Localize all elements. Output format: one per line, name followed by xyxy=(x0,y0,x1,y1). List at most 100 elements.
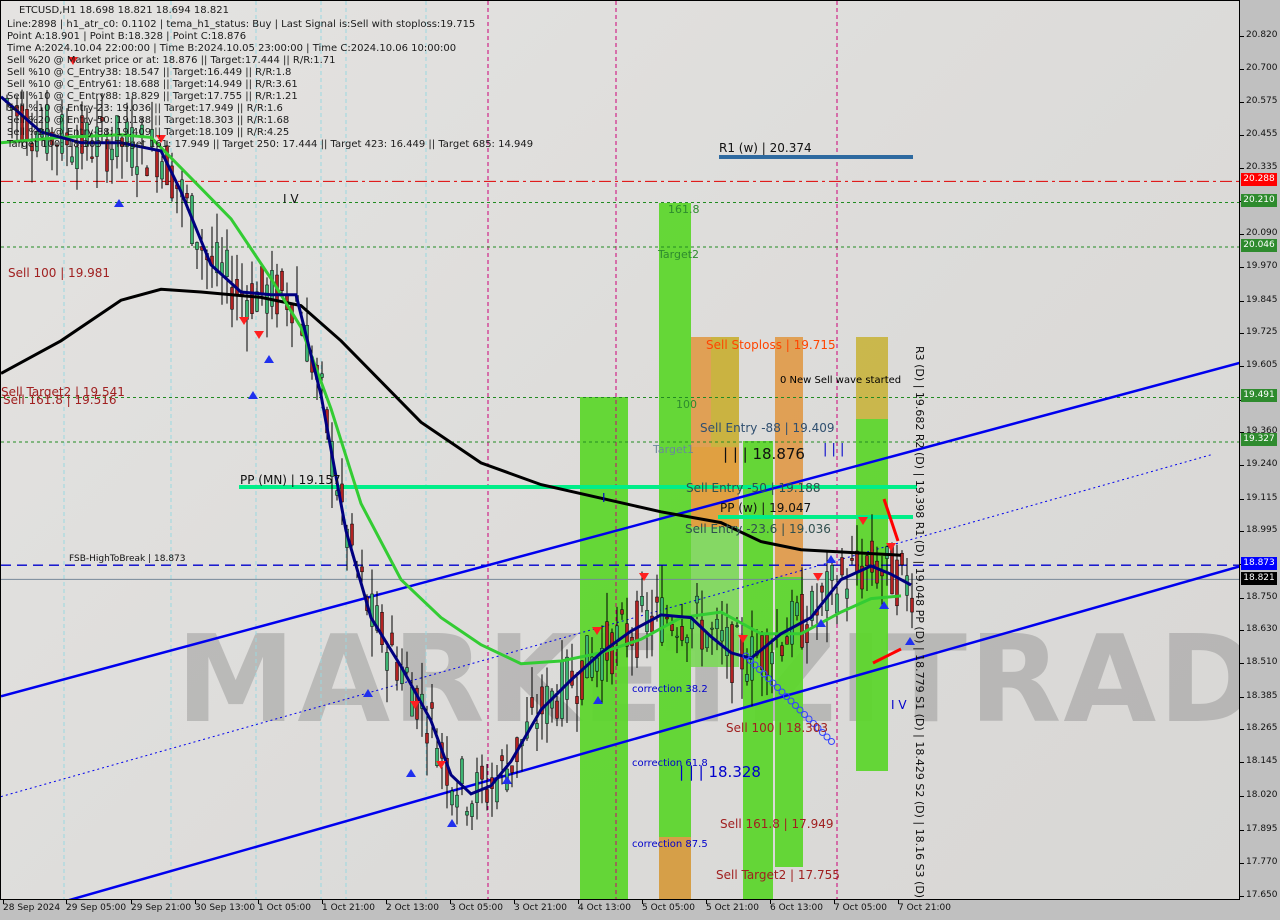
candle-body xyxy=(260,266,264,294)
candle-body xyxy=(745,674,749,682)
candle-body xyxy=(665,616,669,620)
info-line-10: Sell %20 @ Entry-88: 19.409 || Target:18… xyxy=(7,127,290,138)
price-tick-label: 18.630 xyxy=(1246,624,1278,635)
time-tick-label: 1 Oct 21:00 xyxy=(322,903,375,913)
price-tick-mark xyxy=(1240,696,1244,698)
candle-body xyxy=(675,635,679,638)
sell-161-lower-label: Sell 161.8 | 17.949 xyxy=(720,817,834,831)
price-tick-label: 18.750 xyxy=(1246,591,1278,602)
candle-body xyxy=(610,632,614,675)
candle-body xyxy=(705,633,709,649)
candle-body xyxy=(895,559,899,607)
candle-body xyxy=(160,161,164,180)
price-tick-label: 18.145 xyxy=(1246,755,1278,766)
candle-body xyxy=(385,652,389,671)
candle-body xyxy=(710,627,714,630)
candle-body xyxy=(850,558,854,561)
price-tick-label: 20.090 xyxy=(1246,228,1278,239)
wave-i-marker: I xyxy=(602,491,606,505)
sell-entry-88-label: Sell Entry -88 | 19.409 xyxy=(700,421,835,435)
candle-body xyxy=(195,242,199,250)
candle-body xyxy=(70,156,74,163)
fib-100-label: 100 xyxy=(676,398,697,411)
price-badge: 20.210 xyxy=(1241,194,1277,207)
new-sell-wave-label: 0 New Sell wave started xyxy=(780,375,902,386)
fib-161-label: 161.8 xyxy=(668,203,700,216)
price-tick-mark xyxy=(1240,300,1244,302)
price-tick-mark xyxy=(1240,234,1244,236)
candle-body xyxy=(230,287,234,310)
time-tick-label: 7 Oct 05:00 xyxy=(834,903,887,913)
chart-plot-area[interactable]: MARKETZITRADE ETCUSD,H1 18.698 18.821 18… xyxy=(0,0,1240,900)
candle-body xyxy=(425,733,429,744)
buy-arrow-icon xyxy=(264,355,274,363)
price-badge: 19.327 xyxy=(1241,433,1277,446)
time-tick-label: 30 Sep 13:00 xyxy=(195,903,256,913)
price-tick-label: 20.455 xyxy=(1246,129,1278,140)
candle-body xyxy=(790,601,794,645)
candle-body xyxy=(75,146,79,169)
wave-point-c-label: | | | 18.876 xyxy=(723,445,805,463)
price-tick-mark xyxy=(1240,266,1244,268)
price-tick-mark xyxy=(1240,102,1244,104)
info-line-1: Line:2898 | h1_atr_c0: 0.1102 | tema_h1_… xyxy=(7,19,476,30)
price-tick-label: 18.385 xyxy=(1246,690,1278,701)
candle-body xyxy=(245,300,249,320)
candle-body xyxy=(500,755,504,762)
info-line-6: Sell %10 @ C_Entry61: 18.688 || Target:1… xyxy=(7,79,298,90)
candle-body xyxy=(780,645,784,657)
candle-body xyxy=(480,765,484,780)
time-tick-label: 5 Oct 05:00 xyxy=(642,903,695,913)
price-tick-mark xyxy=(1240,498,1244,500)
info-line-5: Sell %10 @ C_Entry38: 18.547 || Target:1… xyxy=(7,67,292,78)
sell-100-upper-label: Sell 100 | 19.981 xyxy=(8,266,111,280)
candle-body xyxy=(390,632,394,646)
candle-body xyxy=(460,758,464,784)
time-tick-label: 5 Oct 21:00 xyxy=(706,903,759,913)
candle-body xyxy=(760,635,764,670)
candle-body xyxy=(565,656,569,700)
price-tick-mark xyxy=(1240,829,1244,831)
time-tick-label: 1 Oct 05:00 xyxy=(258,903,311,913)
price-tick-mark xyxy=(1240,761,1244,763)
candle-body xyxy=(605,621,609,661)
pp-monthly-label: PP (MN) | 19.157 xyxy=(240,473,341,487)
price-badge: 19.491 xyxy=(1241,389,1277,402)
candle-body xyxy=(770,652,774,665)
candle-body xyxy=(145,167,149,176)
candle-body xyxy=(905,575,909,596)
candle-body xyxy=(740,638,744,670)
candle-body xyxy=(280,270,284,291)
candle-body xyxy=(835,593,839,614)
candle-body xyxy=(735,625,739,627)
price-tick-label: 20.700 xyxy=(1246,62,1278,73)
price-tick-mark xyxy=(1240,630,1244,632)
buy-arrow-icon xyxy=(447,819,457,827)
candle-body xyxy=(450,790,454,806)
candle-body xyxy=(680,626,684,641)
candle-body xyxy=(225,249,229,277)
candle-body xyxy=(785,636,789,645)
price-tick-mark xyxy=(1240,464,1244,466)
candle-body xyxy=(695,595,699,604)
time-tick-label: 2 Oct 13:00 xyxy=(386,903,439,913)
time-tick-label: 4 Oct 13:00 xyxy=(578,903,631,913)
price-tick-label: 17.770 xyxy=(1246,857,1278,868)
price-tick-mark xyxy=(1240,729,1244,731)
sell-stoploss-label: Sell Stoploss | 19.715 xyxy=(706,338,836,352)
candle-body xyxy=(795,602,799,617)
sell-161-upper-label: Sell 161.8 | 19.516 xyxy=(3,393,117,407)
price-tick-label: 17.895 xyxy=(1246,823,1278,834)
price-tick-label: 19.845 xyxy=(1246,294,1278,305)
candle-body xyxy=(430,702,434,709)
time-tick-label: 29 Sep 21:00 xyxy=(131,903,192,913)
price-tick-mark xyxy=(1240,863,1244,865)
price-tick-label: 18.510 xyxy=(1246,656,1278,667)
wave-circle-marker xyxy=(828,738,835,745)
daily-pivots-vertical-label: R3 (D) | 19.682 R2 (D) | 19.398 R1 (D) |… xyxy=(913,346,926,900)
price-tick-mark xyxy=(1240,662,1244,664)
candle-body xyxy=(250,283,254,314)
correction-38-label: correction 38.2 xyxy=(632,684,708,695)
pp-weekly-label: PP (w) | 19.047 xyxy=(720,501,812,515)
candle-body xyxy=(885,546,889,559)
